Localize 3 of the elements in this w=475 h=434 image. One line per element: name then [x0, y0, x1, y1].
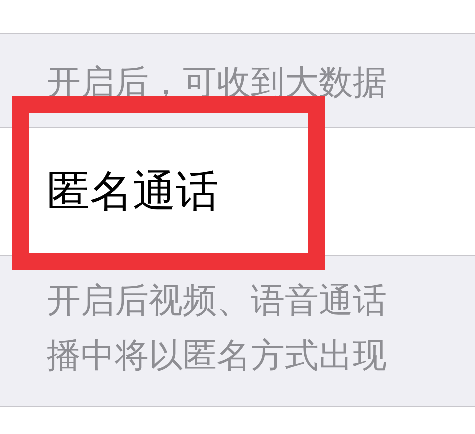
footer-text: 播中将以匿名方式出现	[47, 335, 387, 378]
footer-text: 开启后视频、语音通话	[47, 280, 387, 323]
row-label: 匿名通话	[47, 166, 219, 218]
